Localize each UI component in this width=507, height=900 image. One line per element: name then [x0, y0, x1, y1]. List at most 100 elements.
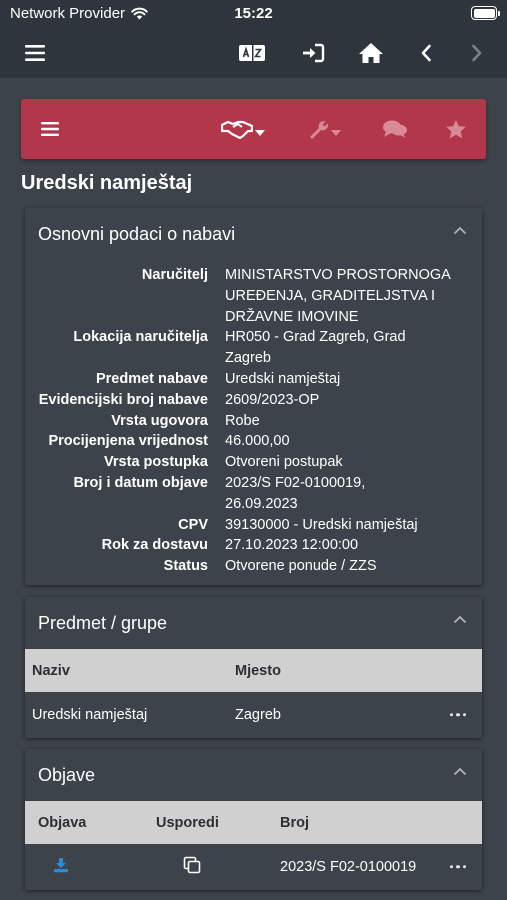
menu-icon [25, 45, 45, 61]
notices-card: Objave Objava Usporedi Broj 2023/S F02-0… [25, 749, 482, 890]
login-button[interactable] [296, 36, 330, 70]
wrench-icon [310, 121, 328, 139]
notices-header[interactable]: Objave [25, 749, 482, 801]
detail-value: Otvoreni postupak [225, 452, 465, 473]
detail-value-line: UREĐENJA, GRADITELJSTVA I [225, 287, 436, 304]
chevron-up-icon[interactable] [452, 611, 468, 627]
back-button[interactable] [409, 36, 443, 70]
detail-value-line: Robe [225, 412, 260, 429]
detail-row: Broj i datum objave 2023/S F02-0100019, 26… [25, 473, 482, 515]
home-icon [359, 43, 383, 63]
more-options-icon[interactable] [449, 712, 466, 717]
menu-icon [41, 122, 59, 136]
chevron-down-icon [331, 130, 341, 136]
tools-dropdown[interactable] [304, 113, 344, 145]
detail-row: Naručitelj MINISTARSTVO PROSTORNOGA UREĐEN… [25, 265, 482, 327]
detail-value: 39130000 - Uredski namještaj [225, 515, 465, 536]
comments-icon [383, 120, 407, 138]
detail-value: 2023/S F02-0100019, 26.09.2023 [225, 473, 465, 515]
detail-value-line: 46.000,00 [225, 433, 290, 450]
forward-icon [472, 44, 482, 62]
table-row[interactable]: Uredski namještaj Zagreb [25, 692, 482, 737]
detail-value: 2609/2023-OP [225, 390, 465, 411]
menu-button[interactable] [18, 36, 52, 70]
detail-label: Evidencijski broj nabave [38, 391, 208, 408]
detail-value-line: Otvorene ponude / ZZS [225, 558, 377, 575]
app-bar [0, 28, 507, 78]
notice-number: 2023/S F02-0100019 [280, 858, 417, 875]
detail-row: Procijenjena vrijednost 46.000,00 [25, 431, 482, 452]
toolbar-menu-button[interactable] [39, 113, 61, 145]
detail-value-line: MINISTARSTVO PROSTORNOGA [225, 267, 451, 283]
detail-value-line: 27.10.2023 12:00:00 [225, 537, 359, 554]
detail-value: Robe [225, 411, 465, 432]
translate-icon [239, 45, 265, 61]
chevron-up-icon[interactable] [452, 763, 468, 779]
groups-header[interactable]: Predmet / grupe [25, 597, 482, 649]
basic-info-header[interactable]: Osnovni podaci o nabavi [25, 208, 482, 260]
groups-table-header: Naziv Mjesto [25, 649, 482, 692]
page-title: Uredski namještaj [21, 172, 193, 194]
column-header-usporedi[interactable]: Usporedi [156, 815, 219, 831]
detail-value: Otvorene ponude / ZZS [225, 556, 465, 577]
handshake-dropdown[interactable] [219, 113, 267, 145]
detail-value-line: 39130000 - Uredski namještaj [225, 516, 418, 533]
column-header-broj[interactable]: Broj [280, 815, 309, 831]
detail-label: Status [163, 558, 208, 575]
forward-button[interactable] [460, 36, 494, 70]
detail-value: MINISTARSTVO PROSTORNOGA UREĐENJA, GRADIT… [225, 265, 465, 327]
groups-title: Predmet / grupe [38, 612, 168, 633]
detail-row: CPV 39130000 - Uredski namještaj [25, 515, 482, 536]
detail-value-line: Zagreb [225, 350, 271, 367]
comments-button[interactable] [382, 113, 408, 145]
detail-row: Vrsta postupka Otvoreni postupak [25, 452, 482, 473]
basic-info-title: Osnovni podaci o nabavi [38, 223, 236, 244]
detail-value: HR050 - Grad Zagreb, Grad Zagreb [225, 327, 465, 369]
detail-value: 27.10.2023 12:00:00 [225, 535, 465, 556]
detail-label: Vrsta postupka [104, 454, 208, 471]
status-bar: Network Provider 15:22 [0, 0, 507, 28]
compare-icon[interactable] [183, 856, 201, 878]
detail-label: Vrsta ugovora [111, 412, 208, 429]
detail-row: Vrsta ugovora Robe [25, 411, 482, 432]
chevron-up-icon[interactable] [452, 222, 468, 238]
detail-value-line: 2023/S F02-0100019, [225, 474, 366, 491]
detail-label: Broj i datum objave [73, 474, 208, 491]
detail-label: Rok za dostavu [101, 537, 208, 554]
detail-row: Predmet nabave Uredski namještaj [25, 369, 482, 390]
table-row: 2023/S F02-0100019 [25, 844, 482, 889]
column-header-mjesto[interactable]: Mjesto [235, 663, 281, 679]
notices-table-header: Objava Usporedi Broj [25, 801, 482, 844]
handshake-icon [221, 120, 253, 140]
chevron-down-icon [255, 130, 265, 136]
detail-row: Evidencijski broj nabave 2609/2023-OP [25, 390, 482, 411]
detail-label: Predmet nabave [95, 370, 208, 387]
translate-button[interactable] [235, 36, 269, 70]
notices-title: Objave [38, 764, 96, 785]
detail-value-line: Uredski namještaj [225, 370, 341, 387]
detail-row: Lokacija naručitelja HR050 - Grad Zagreb,… [25, 327, 482, 369]
detail-label: Naručitelj [141, 267, 208, 283]
download-icon[interactable] [53, 857, 69, 877]
detail-value-line: HR050 - Grad Zagreb, Grad [225, 329, 406, 346]
detail-value-line: 26.09.2023 [225, 495, 298, 512]
detail-value-line: Otvoreni postupak [225, 454, 343, 471]
home-button[interactable] [354, 36, 388, 70]
column-header-naziv[interactable]: Naziv [32, 663, 70, 679]
groups-card: Predmet / grupe Naziv Mjesto Uredski nam… [25, 597, 482, 738]
detail-row: Status Otvorene ponude / ZZS [25, 556, 482, 577]
detail-label: Procijenjena vrijednost [48, 433, 208, 450]
action-toolbar [21, 99, 486, 159]
login-icon [303, 43, 325, 63]
battery-icon [471, 6, 500, 20]
basic-info-card: Osnovni podaci o nabavi Naručitelj MINIST… [25, 208, 482, 585]
column-header-objava[interactable]: Objava [38, 815, 86, 831]
detail-label: Lokacija naručitelja [73, 329, 208, 346]
detail-value: 46.000,00 [225, 431, 465, 452]
more-options-icon[interactable] [449, 864, 466, 869]
star-icon [446, 119, 466, 138]
favorite-button[interactable] [444, 113, 468, 145]
group-location: Zagreb [235, 706, 281, 723]
detail-label: CPV [178, 516, 208, 533]
detail-row: Rok za dostavu 27.10.2023 12:00:00 [25, 535, 482, 556]
